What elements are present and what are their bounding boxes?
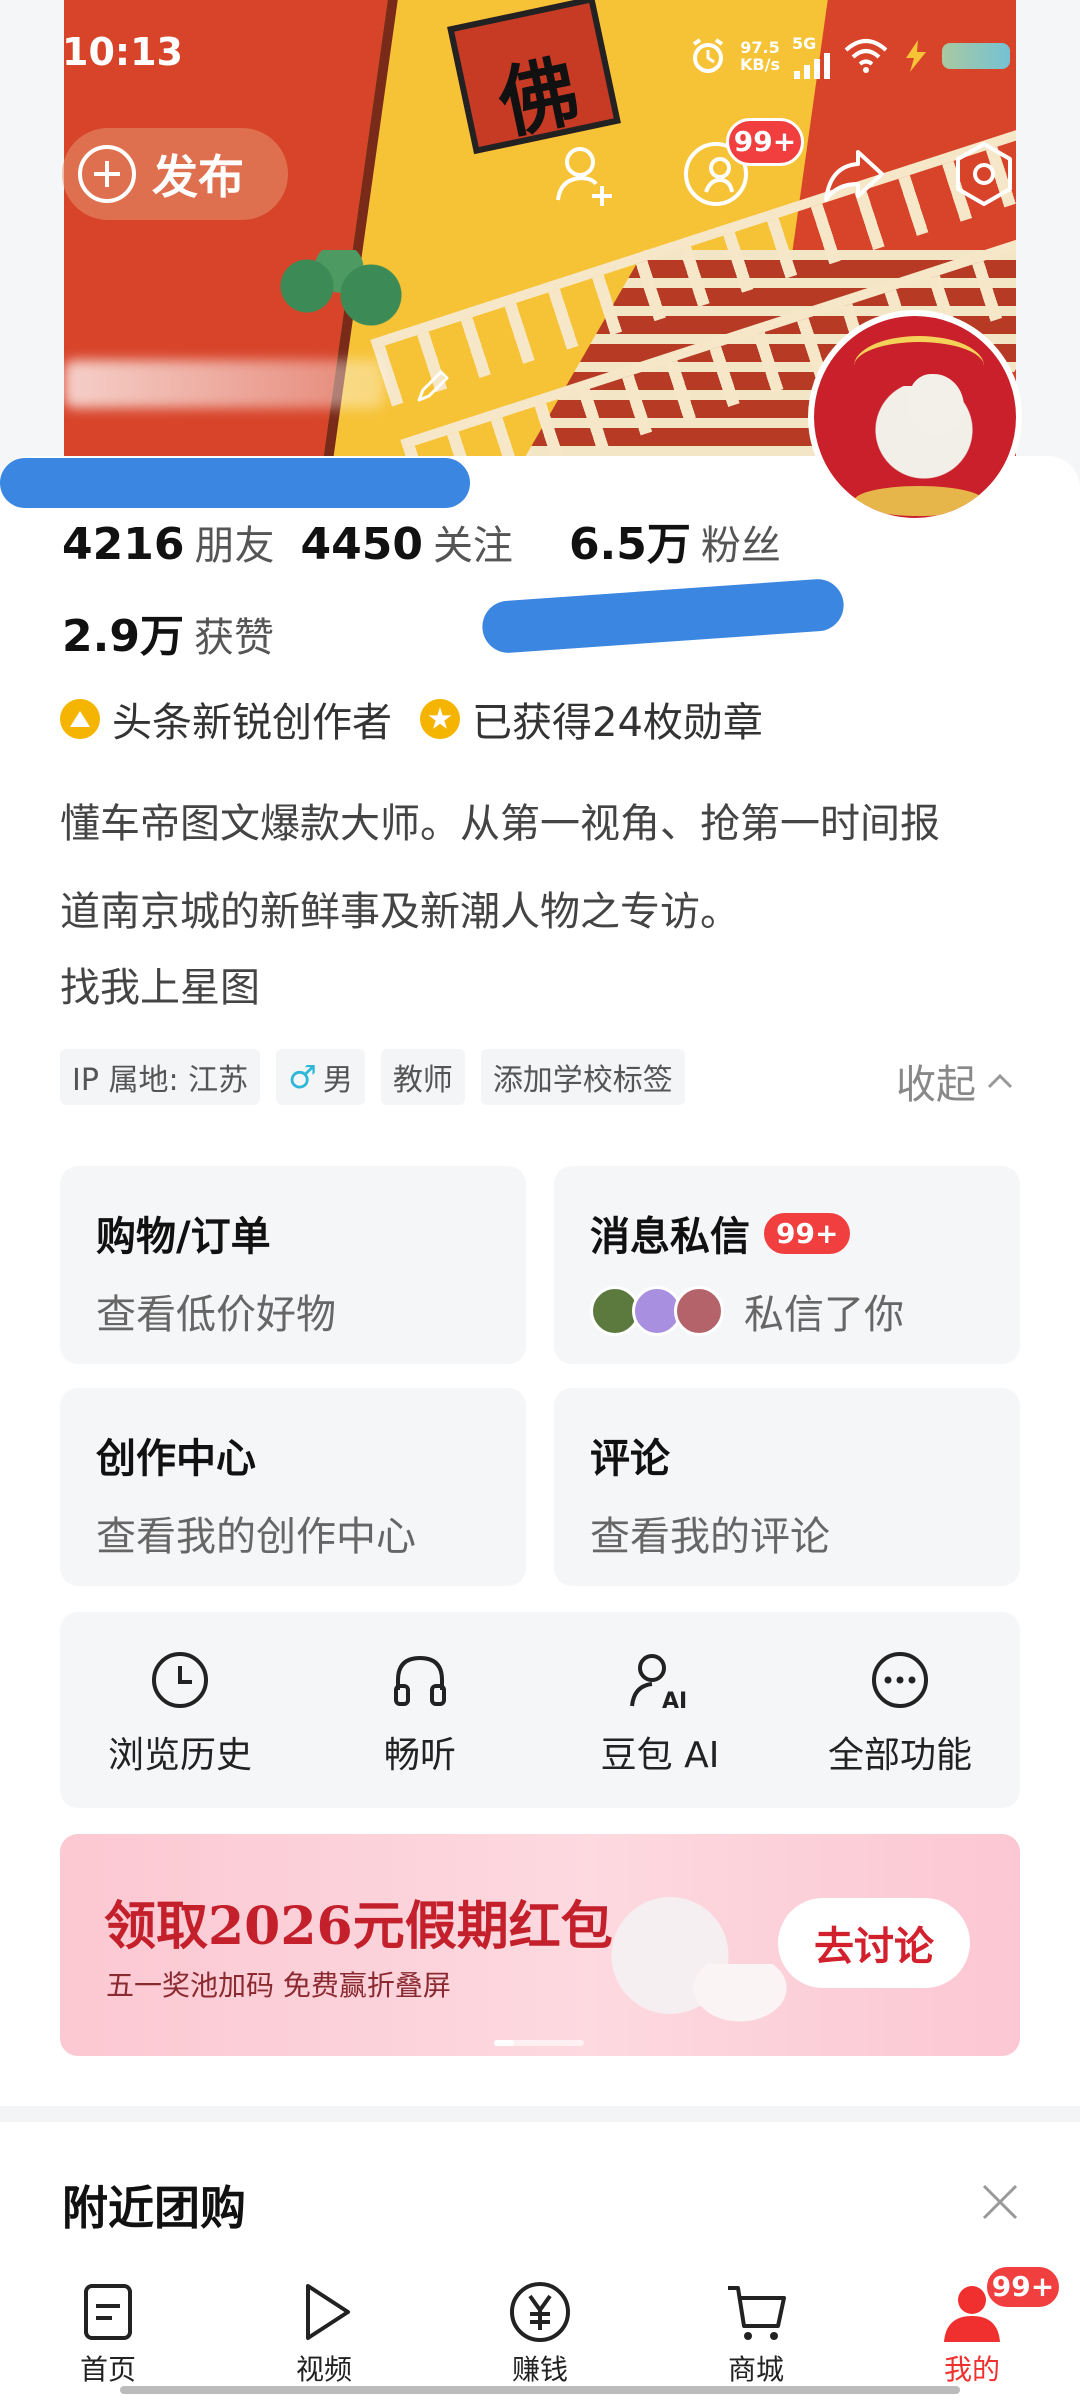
charging-icon [905,40,926,72]
badges-row: 头条新锐创作者 已获得24枚勋章 [60,690,791,748]
mine-badge: 99+ [984,2264,1062,2310]
job-tag: 教师 [380,1049,465,1105]
username-redacted [64,360,384,408]
collapse-button[interactable]: 收起 [896,1052,1014,1110]
cover-plaque: 佛 [447,0,621,155]
feature-history[interactable]: 浏览历史 [60,1612,300,1808]
home-indicator[interactable] [120,2386,960,2394]
feature-shortcuts: 浏览历史 畅听 AI 豆包 AI 全部功能 [60,1612,1020,1808]
network-speed: 97.5 KB/s [740,38,780,74]
likes-stat[interactable]: 2.9万 获赞 [62,600,274,664]
bottom-nav: 首页 视频 赚钱 商城 我的 99+ [0,2262,1080,2400]
friends-stat[interactable]: 4216 朋友 [62,513,274,571]
visitors-badge: 99+ [726,118,804,166]
yuan-coin-icon [510,2282,570,2342]
redaction-scribble [0,458,470,508]
cart-icon [728,2286,786,2340]
messages-card[interactable]: 消息私信 99+ 私信了你 [554,1166,1020,1364]
status-time: 10:13 [62,30,183,74]
promo-title: 领取2026元假期红包 [104,1896,613,1957]
chevron-up-icon [987,1073,1013,1089]
creator-badge[interactable]: 头条新锐创作者 [60,690,392,748]
nav-mine[interactable]: 我的 99+ [864,2262,1080,2400]
feature-listen[interactable]: 畅听 [300,1612,540,1808]
avatar [674,1286,724,1336]
home-doc-icon [84,2284,132,2340]
creator-badge-icon [60,699,100,739]
feature-doubao-ai[interactable]: AI 豆包 AI [540,1612,780,1808]
ip-tag: IP 属地: 江苏 [60,1049,261,1105]
gender-tag: ♂ 男 [276,1049,365,1105]
status-icons: 97.5 KB/s 5G [688,33,1010,79]
publish-button[interactable]: 发布 [62,128,288,220]
nav-mall[interactable]: 商城 [648,2262,864,2400]
headphones-icon [394,1655,446,1706]
svg-text:AI: AI [662,1689,687,1712]
cover-tree [259,250,419,340]
medal-star-icon [420,699,460,739]
network-type: 5G [791,33,817,53]
bio-starmap-link[interactable]: 找我上星图 [60,955,260,1013]
shopping-orders-card[interactable]: 购物/订单 查看低价好物 [60,1166,526,1364]
nav-earn[interactable]: 赚钱 [432,2262,648,2400]
section-divider [0,2106,1080,2122]
add-friend-icon[interactable] [550,138,622,210]
fans-stat[interactable]: 6.5万 粉丝 [569,508,781,572]
carousel-indicator [494,2040,584,2046]
avatar-base [854,486,984,516]
play-icon [306,2284,350,2340]
settings-icon[interactable] [948,138,1020,210]
more-icon [872,1652,928,1708]
teacup-illustration [690,1964,790,2024]
close-icon[interactable] [976,2178,1024,2226]
feature-all[interactable]: 全部功能 [780,1612,1020,1808]
battery-icon [941,43,1010,69]
signal-icon [793,52,830,79]
add-school-tag[interactable]: 添加学校标签 [480,1049,685,1105]
nav-home[interactable]: 首页 [0,2262,216,2400]
share-icon[interactable] [818,138,890,210]
clock-icon [152,1652,208,1708]
edit-icon[interactable] [409,362,457,410]
creation-center-card[interactable]: 创作中心 查看我的创作中心 [60,1388,526,1586]
plus-circle-icon [78,145,136,203]
avatar[interactable] [808,310,1022,524]
alarm-icon [692,38,724,73]
male-icon: ♂ [288,1058,317,1096]
promo-banner[interactable]: 领取2026元假期红包 五一奖池加码 免费赢折叠屏 去讨论 [60,1834,1020,2056]
promo-discuss-button[interactable]: 去讨论 [778,1898,970,1988]
promo-subtitle: 五一奖池加码 免费赢折叠屏 [106,1969,451,2002]
ai-person-icon: AI [630,1654,687,1712]
following-stat[interactable]: 4450 关注 [300,513,512,571]
nav-video[interactable]: 视频 [216,2262,432,2400]
comments-card[interactable]: 评论 查看我的评论 [554,1388,1020,1586]
wifi-icon [844,39,888,73]
publish-label: 发布 [152,150,244,204]
bio-text: 懂车帝图文爆款大师。从第一视角、抢第一时间报 道南京城的新鲜事及新潮人物之专访。 [60,801,940,935]
nearby-title: 附近团购 [62,2181,246,2235]
stats-row: 4216 朋友 4450 关注 6.5万 粉丝 [62,508,781,572]
profile-tags: IP 属地: 江苏 ♂ 男 教师 添加学校标签 [60,1049,685,1105]
medals-badge[interactable]: 已获得24枚勋章 [420,690,763,748]
message-avatars [590,1286,724,1336]
messages-badge: 99+ [764,1212,851,1254]
